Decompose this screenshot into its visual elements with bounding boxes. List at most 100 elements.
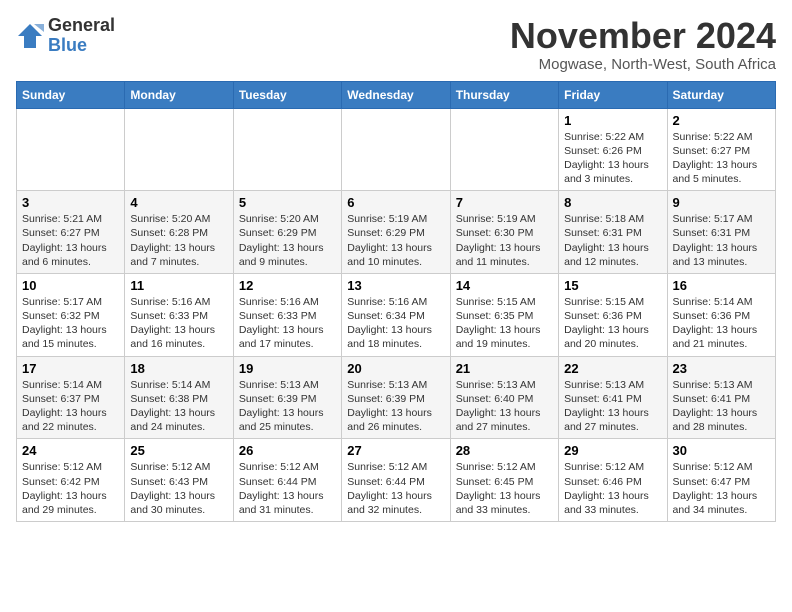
day-info: Sunrise: 5:12 AM Sunset: 6:44 PM Dayligh… [239, 460, 336, 517]
day-number: 25 [130, 443, 227, 458]
calendar-cell [450, 108, 558, 191]
day-info: Sunrise: 5:12 AM Sunset: 6:43 PM Dayligh… [130, 460, 227, 517]
logo-icon [16, 22, 44, 50]
logo-general-text: General [48, 15, 115, 35]
logo: General Blue [16, 16, 115, 56]
day-number: 10 [22, 278, 119, 293]
day-info: Sunrise: 5:17 AM Sunset: 6:31 PM Dayligh… [673, 212, 770, 269]
location-subtitle: Mogwase, North-West, South Africa [510, 56, 776, 73]
day-info: Sunrise: 5:14 AM Sunset: 6:36 PM Dayligh… [673, 295, 770, 352]
day-header-thursday: Thursday [450, 81, 558, 108]
calendar-week-4: 17Sunrise: 5:14 AM Sunset: 6:37 PM Dayli… [17, 356, 776, 439]
day-info: Sunrise: 5:21 AM Sunset: 6:27 PM Dayligh… [22, 212, 119, 269]
calendar-cell: 19 Sunrise: 5:13 AM Sunset: 6:39 PM Dayli… [233, 356, 341, 439]
day-info: Sunrise: 5:12 AM Sunset: 6:47 PM Dayligh… [673, 460, 770, 517]
day-info: Sunrise: 5:17 AM Sunset: 6:32 PM Dayligh… [22, 295, 119, 352]
calendar-cell: 21 Sunrise: 5:13 AM Sunset: 6:40 PM Dayli… [450, 356, 558, 439]
day-number: 8 [564, 195, 661, 210]
day-info: Sunrise: 5:16 AM Sunset: 6:34 PM Dayligh… [347, 295, 444, 352]
day-number: 2 [673, 113, 770, 128]
calendar-week-3: 10 Sunrise: 5:17 AM Sunset: 6:32 PM Dayli… [17, 273, 776, 356]
day-number: 16 [673, 278, 770, 293]
calendar-cell: 27 Sunrise: 5:12 AM Sunset: 6:44 PM Dayli… [342, 439, 450, 522]
day-number: 19 [239, 361, 336, 376]
calendar-cell: 28Sunrise: 5:12 AM Sunset: 6:45 PM Dayli… [450, 439, 558, 522]
day-number: 27 [347, 443, 444, 458]
day-header-saturday: Saturday [667, 81, 775, 108]
day-info: Sunrise: 5:22 AM Sunset: 6:27 PM Dayligh… [673, 130, 770, 187]
day-info: Sunrise: 5:13 AM Sunset: 6:39 PM Dayligh… [239, 378, 336, 435]
calendar-cell: 5 Sunrise: 5:20 AM Sunset: 6:29 PM Daylig… [233, 191, 341, 274]
day-number: 11 [130, 278, 227, 293]
calendar-cell: 16 Sunrise: 5:14 AM Sunset: 6:36 PM Dayli… [667, 273, 775, 356]
day-info: Sunrise: 5:16 AM Sunset: 6:33 PM Dayligh… [130, 295, 227, 352]
day-number: 3 [22, 195, 119, 210]
calendar-cell: 3 Sunrise: 5:21 AM Sunset: 6:27 PM Daylig… [17, 191, 125, 274]
calendar-cell: 15Sunrise: 5:15 AM Sunset: 6:36 PM Dayli… [559, 273, 667, 356]
day-number: 21 [456, 361, 553, 376]
day-info: Sunrise: 5:12 AM Sunset: 6:44 PM Dayligh… [347, 460, 444, 517]
day-number: 6 [347, 195, 444, 210]
day-number: 29 [564, 443, 661, 458]
day-info: Sunrise: 5:18 AM Sunset: 6:31 PM Dayligh… [564, 212, 661, 269]
day-info: Sunrise: 5:13 AM Sunset: 6:41 PM Dayligh… [673, 378, 770, 435]
day-number: 5 [239, 195, 336, 210]
day-info: Sunrise: 5:20 AM Sunset: 6:28 PM Dayligh… [130, 212, 227, 269]
calendar-cell: 20Sunrise: 5:13 AM Sunset: 6:39 PM Dayli… [342, 356, 450, 439]
day-info: Sunrise: 5:14 AM Sunset: 6:37 PM Dayligh… [22, 378, 119, 435]
day-info: Sunrise: 5:15 AM Sunset: 6:35 PM Dayligh… [456, 295, 553, 352]
calendar-cell: 9Sunrise: 5:17 AM Sunset: 6:31 PM Daylig… [667, 191, 775, 274]
day-info: Sunrise: 5:12 AM Sunset: 6:46 PM Dayligh… [564, 460, 661, 517]
day-number: 22 [564, 361, 661, 376]
day-number: 13 [347, 278, 444, 293]
logo-blue-text: Blue [48, 35, 87, 55]
day-info: Sunrise: 5:13 AM Sunset: 6:41 PM Dayligh… [564, 378, 661, 435]
day-header-tuesday: Tuesday [233, 81, 341, 108]
calendar-cell: 17Sunrise: 5:14 AM Sunset: 6:37 PM Dayli… [17, 356, 125, 439]
calendar-week-5: 24 Sunrise: 5:12 AM Sunset: 6:42 PM Dayli… [17, 439, 776, 522]
day-info: Sunrise: 5:12 AM Sunset: 6:45 PM Dayligh… [456, 460, 553, 517]
day-number: 26 [239, 443, 336, 458]
calendar-table: SundayMondayTuesdayWednesdayThursdayFrid… [16, 81, 776, 522]
calendar-cell: 7 Sunrise: 5:19 AM Sunset: 6:30 PM Daylig… [450, 191, 558, 274]
calendar-cell: 4 Sunrise: 5:20 AM Sunset: 6:28 PM Daylig… [125, 191, 233, 274]
day-number: 24 [22, 443, 119, 458]
calendar-week-2: 3 Sunrise: 5:21 AM Sunset: 6:27 PM Daylig… [17, 191, 776, 274]
day-number: 4 [130, 195, 227, 210]
day-info: Sunrise: 5:19 AM Sunset: 6:29 PM Dayligh… [347, 212, 444, 269]
calendar-cell: 8 Sunrise: 5:18 AM Sunset: 6:31 PM Daylig… [559, 191, 667, 274]
day-number: 12 [239, 278, 336, 293]
calendar-cell [17, 108, 125, 191]
calendar-cell: 6 Sunrise: 5:19 AM Sunset: 6:29 PM Daylig… [342, 191, 450, 274]
calendar-cell: 18 Sunrise: 5:14 AM Sunset: 6:38 PM Dayli… [125, 356, 233, 439]
day-number: 18 [130, 361, 227, 376]
day-header-monday: Monday [125, 81, 233, 108]
calendar-cell: 1 Sunrise: 5:22 AM Sunset: 6:26 PM Daylig… [559, 108, 667, 191]
day-info: Sunrise: 5:12 AM Sunset: 6:42 PM Dayligh… [22, 460, 119, 517]
day-info: Sunrise: 5:13 AM Sunset: 6:40 PM Dayligh… [456, 378, 553, 435]
month-title: November 2024 [510, 16, 776, 56]
calendar-cell: 25 Sunrise: 5:12 AM Sunset: 6:43 PM Dayli… [125, 439, 233, 522]
calendar-cell: 29 Sunrise: 5:12 AM Sunset: 6:46 PM Dayli… [559, 439, 667, 522]
day-header-wednesday: Wednesday [342, 81, 450, 108]
calendar-cell: 26 Sunrise: 5:12 AM Sunset: 6:44 PM Dayli… [233, 439, 341, 522]
day-info: Sunrise: 5:19 AM Sunset: 6:30 PM Dayligh… [456, 212, 553, 269]
day-info: Sunrise: 5:16 AM Sunset: 6:33 PM Dayligh… [239, 295, 336, 352]
calendar-week-1: 1 Sunrise: 5:22 AM Sunset: 6:26 PM Daylig… [17, 108, 776, 191]
day-info: Sunrise: 5:14 AM Sunset: 6:38 PM Dayligh… [130, 378, 227, 435]
calendar-cell: 2 Sunrise: 5:22 AM Sunset: 6:27 PM Daylig… [667, 108, 775, 191]
calendar-cell: 10 Sunrise: 5:17 AM Sunset: 6:32 PM Dayli… [17, 273, 125, 356]
day-number: 7 [456, 195, 553, 210]
day-info: Sunrise: 5:22 AM Sunset: 6:26 PM Dayligh… [564, 130, 661, 187]
calendar-cell: 22 Sunrise: 5:13 AM Sunset: 6:41 PM Dayli… [559, 356, 667, 439]
day-info: Sunrise: 5:20 AM Sunset: 6:29 PM Dayligh… [239, 212, 336, 269]
calendar-cell: 14Sunrise: 5:15 AM Sunset: 6:35 PM Dayli… [450, 273, 558, 356]
calendar-cell: 23Sunrise: 5:13 AM Sunset: 6:41 PM Dayli… [667, 356, 775, 439]
day-info: Sunrise: 5:13 AM Sunset: 6:39 PM Dayligh… [347, 378, 444, 435]
calendar-cell: 30Sunrise: 5:12 AM Sunset: 6:47 PM Dayli… [667, 439, 775, 522]
day-number: 1 [564, 113, 661, 128]
calendar-cell [233, 108, 341, 191]
day-header-friday: Friday [559, 81, 667, 108]
calendar-cell: 24 Sunrise: 5:12 AM Sunset: 6:42 PM Dayli… [17, 439, 125, 522]
day-info: Sunrise: 5:15 AM Sunset: 6:36 PM Dayligh… [564, 295, 661, 352]
